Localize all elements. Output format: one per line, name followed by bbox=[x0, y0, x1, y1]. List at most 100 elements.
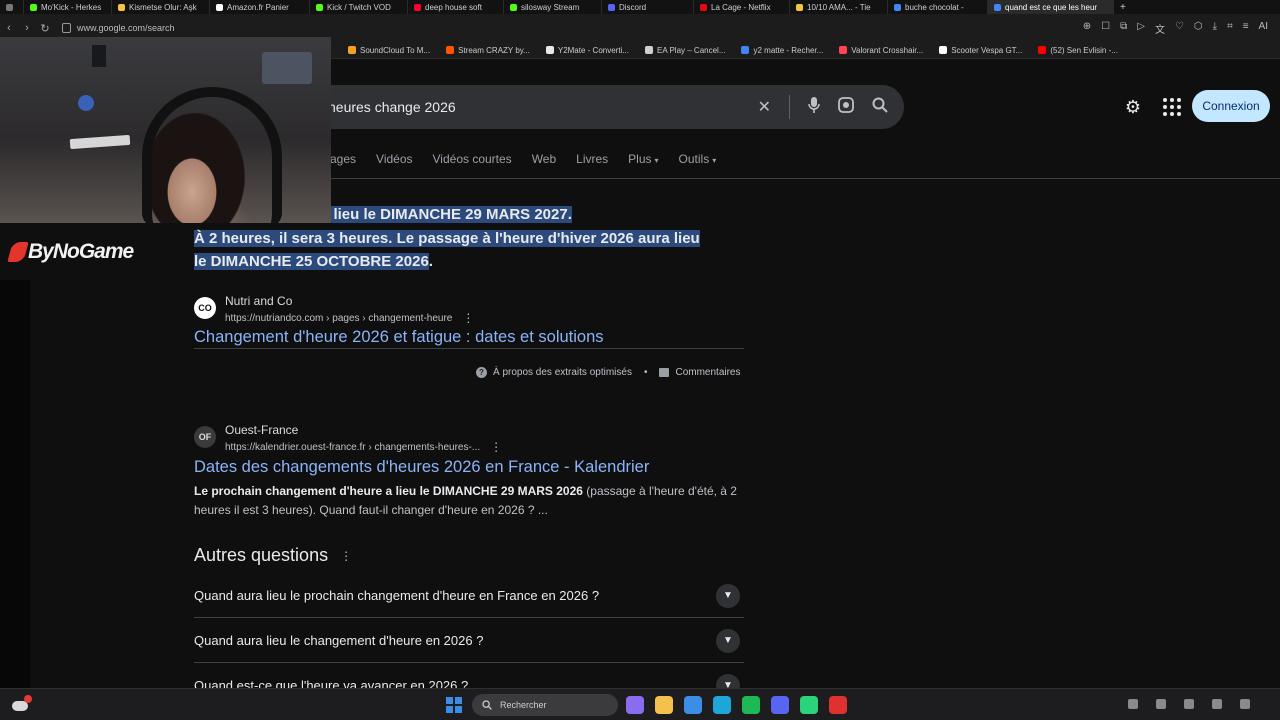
comments-link[interactable]: Commentaires bbox=[675, 367, 740, 378]
tab-strip: Mo'Kick - Herkes Kismetse Olur: Aşk Amazon… bbox=[0, 0, 1280, 14]
opera-icon[interactable] bbox=[829, 696, 847, 714]
search-input[interactable]: heures change 2026 bbox=[328, 99, 456, 115]
mic-icon[interactable] bbox=[808, 96, 820, 118]
snapshot-icon[interactable]: ⌗ bbox=[1227, 21, 1233, 36]
play-icon[interactable]: ▷ bbox=[1137, 21, 1145, 36]
filter-tab[interactable]: Vidéos courtes bbox=[433, 152, 512, 166]
tray-network-icon[interactable] bbox=[1184, 699, 1194, 709]
tray-volume-icon[interactable] bbox=[1212, 699, 1222, 709]
menu-icon[interactable]: ≡ bbox=[1243, 21, 1249, 36]
result-title-link[interactable]: Dates des changements d'heures 2026 en F… bbox=[194, 458, 649, 477]
paa-question[interactable]: Quand aura lieu le changement d'heure en… bbox=[194, 619, 744, 663]
filter-tab[interactable]: Vidéos bbox=[376, 152, 412, 166]
bookmark-item[interactable]: Stream CRAZY by... bbox=[438, 46, 538, 55]
browser-tab[interactable]: Discord bbox=[602, 0, 694, 14]
bookmark-label: (52) Sen Evlisin -... bbox=[1050, 45, 1118, 55]
filter-tab[interactable]: ages bbox=[330, 152, 356, 166]
download-icon[interactable]: ⤓ bbox=[1213, 21, 1217, 36]
browser-tab[interactable]: 10/10 AMA... - Tie bbox=[790, 0, 888, 14]
forward-icon[interactable]: › bbox=[18, 22, 36, 34]
chevron-down-icon[interactable]: ▼ bbox=[716, 628, 740, 653]
new-tab-icon[interactable]: + bbox=[1114, 2, 1132, 13]
result-url: https://nutriandco.com › pages › changem… bbox=[225, 312, 453, 324]
taskbar-search[interactable]: Rechercher bbox=[472, 694, 618, 716]
clear-icon[interactable]: ✕ bbox=[758, 97, 771, 117]
search-box[interactable]: heures change 2026 ✕ bbox=[300, 85, 904, 129]
paa-question[interactable]: Quand aura lieu le prochain changement d… bbox=[194, 574, 744, 618]
tab-label: Kick / Twitch VOD bbox=[327, 2, 391, 12]
browser-tab[interactable]: Amazon.fr Panier bbox=[210, 0, 310, 14]
edge-icon[interactable] bbox=[713, 696, 731, 714]
spotify-icon[interactable] bbox=[742, 696, 760, 714]
windows-taskbar: Rechercher bbox=[0, 688, 1280, 720]
more-options-icon[interactable]: ⋮ bbox=[340, 549, 352, 563]
translate-icon[interactable]: 文 bbox=[1155, 21, 1165, 36]
back-icon[interactable]: ‹ bbox=[0, 22, 18, 34]
weather-widget-icon[interactable] bbox=[10, 695, 32, 713]
bullet-separator: • bbox=[643, 367, 648, 378]
url-field[interactable]: www.google.com/search bbox=[62, 23, 175, 33]
webcam-overlay bbox=[0, 37, 331, 223]
reload-icon[interactable]: ↻ bbox=[36, 22, 54, 35]
lens-icon[interactable] bbox=[838, 96, 854, 118]
filter-tab[interactable]: Web bbox=[532, 152, 556, 166]
start-menu-icon[interactable] bbox=[446, 697, 462, 713]
about-snippets-link[interactable]: À propos des extraits optimisés bbox=[493, 367, 632, 378]
browser-tab[interactable]: buche chocolat - bbox=[888, 0, 988, 14]
connexion-button[interactable]: Connexion bbox=[1192, 90, 1270, 122]
browser-tab[interactable]: deep house soft bbox=[408, 0, 504, 14]
copilot-icon[interactable] bbox=[626, 696, 644, 714]
extension-icon[interactable]: ⬡ bbox=[1194, 21, 1203, 36]
filter-tab[interactable]: Plus ▾ bbox=[628, 152, 658, 166]
browser-tab[interactable]: Kismetse Olur: Aşk bbox=[112, 0, 210, 14]
webcam-background-monitor bbox=[262, 52, 312, 84]
browser-tab[interactable]: Kick / Twitch VOD bbox=[310, 0, 408, 14]
store-icon[interactable] bbox=[684, 696, 702, 714]
chevron-down-icon[interactable]: ▼ bbox=[716, 583, 740, 608]
more-options-icon[interactable]: ⋮ bbox=[490, 440, 502, 454]
bookmark-item[interactable]: Valorant Crosshair... bbox=[831, 46, 931, 55]
tab-label: Amazon.fr Panier bbox=[227, 2, 289, 12]
bookmark-item[interactable]: EA Play – Cancel... bbox=[637, 46, 733, 55]
search-icon[interactable] bbox=[872, 97, 888, 118]
bookmark-item[interactable]: y2 matte - Recher... bbox=[733, 46, 831, 55]
app-green-icon[interactable] bbox=[800, 696, 818, 714]
browser-tab[interactable]: quand est ce que les heur bbox=[988, 0, 1114, 14]
tray-battery-icon[interactable] bbox=[1240, 699, 1250, 709]
filter-tab[interactable]: Outils ▾ bbox=[679, 152, 717, 166]
heart-icon[interactable]: ♡ bbox=[1175, 21, 1184, 36]
result-source[interactable]: OF Ouest-France https://kalendrier.ouest… bbox=[194, 423, 502, 454]
result-source[interactable]: CO Nutri and Co https://nutriandco.com ›… bbox=[194, 294, 474, 325]
zoom-icon[interactable]: ⊕ bbox=[1083, 21, 1091, 36]
tab-label: quand est ce que les heur bbox=[1005, 2, 1098, 12]
browser-tab[interactable]: Mo'Kick - Herkes bbox=[24, 0, 112, 14]
tab-favicon-icon bbox=[118, 3, 125, 11]
people-also-ask-heading: Autres questions ⋮ bbox=[194, 545, 352, 566]
settings-gear-icon[interactable]: ⚙ bbox=[1122, 96, 1144, 118]
filter-tab[interactable]: Livres bbox=[576, 152, 608, 166]
more-options-icon[interactable]: ⋮ bbox=[462, 311, 474, 325]
discord-icon[interactable] bbox=[771, 696, 789, 714]
bookmark-icon[interactable]: ☐ bbox=[1101, 21, 1110, 36]
bookmark-item[interactable]: SoundCloud To M... bbox=[340, 46, 438, 55]
filter-label: Web bbox=[531, 152, 557, 166]
tray-chevron-icon[interactable] bbox=[1128, 699, 1138, 709]
bookmark-item[interactable]: Scooter Vespa GT... bbox=[931, 46, 1030, 55]
ai-button[interactable]: AI bbox=[1259, 21, 1268, 36]
tab-label: Kismetse Olur: Aşk bbox=[129, 2, 197, 12]
search-filters: ages Vidéos Vidéos courtes Web Livres Plus ▾ Ou… bbox=[330, 152, 716, 166]
webcam-background-keyboard bbox=[69, 134, 131, 150]
bookmark-item[interactable]: (52) Sen Evlisin -... bbox=[1030, 46, 1126, 55]
filter-label: ages bbox=[330, 152, 357, 166]
browser-tab[interactable]: silosway Stream bbox=[504, 0, 602, 14]
result-title-link[interactable]: Changement d'heure 2026 et fatigue : dat… bbox=[194, 328, 604, 347]
url-text: www.google.com/search bbox=[77, 23, 175, 33]
file-explorer-icon[interactable] bbox=[655, 696, 673, 714]
bookmark-item[interactable]: Y2Mate - Converti... bbox=[538, 46, 637, 55]
bookmark-favicon-icon bbox=[839, 46, 848, 54]
tray-app-icon[interactable] bbox=[1156, 699, 1166, 709]
browser-tab[interactable]: La Cage - Netflix bbox=[694, 0, 790, 14]
tabs-icon[interactable]: ⧉ bbox=[1120, 21, 1127, 36]
browser-tab[interactable] bbox=[0, 0, 24, 14]
google-apps-icon[interactable] bbox=[1161, 96, 1183, 118]
